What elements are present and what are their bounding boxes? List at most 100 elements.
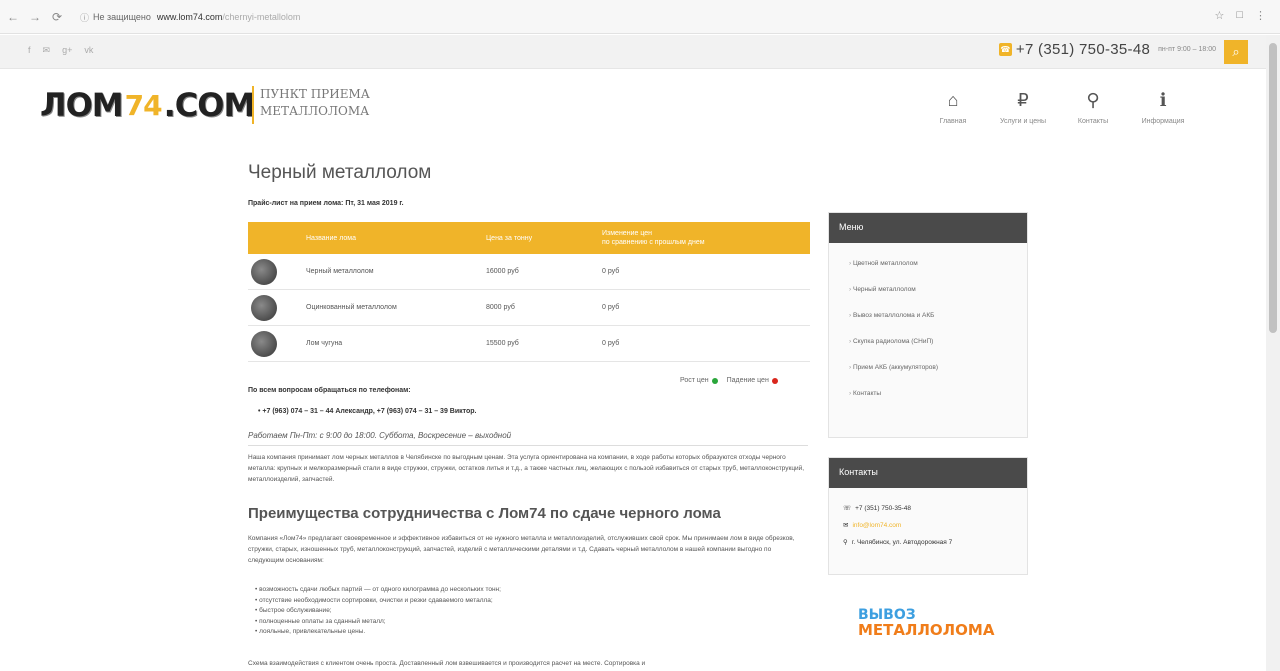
main-navigation: ⌂ Главная ₽ Услуги и цены ⚲ Контакты ℹ И… (918, 88, 1198, 125)
sidebar-item-black-metal[interactable]: Черный металлолом (849, 285, 1027, 311)
phones-list-item: • +7 (963) 074 – 31 – 44 Александр, +7 (… (258, 408, 477, 415)
contact-email[interactable]: info@lom74.com (852, 522, 901, 529)
header-scrap-name: Название лома (306, 234, 356, 242)
sidebar-item-radio-scrap[interactable]: Скупка радиолома (СНиП) (849, 337, 1027, 363)
nav-info[interactable]: ℹ Информация (1128, 88, 1198, 125)
mail-icon[interactable]: ✉ (43, 45, 51, 56)
header-price: Цена за тонну (486, 234, 533, 242)
price-down-dot (771, 377, 778, 384)
address-bar[interactable]: ⓘ Не защищено www.lom74.com /chernyi-met… (80, 8, 1180, 26)
bookmark-star-icon[interactable]: ☆ (1214, 9, 1224, 22)
site-logo[interactable]: ЛОМ 74 .COM (40, 86, 255, 124)
scrap-thumbnail (251, 330, 277, 357)
intro-paragraph: Наша компания принимает лом черных метал… (248, 454, 805, 483)
table-row: Лом чугуна 15500 руб 0 руб (248, 326, 810, 362)
tagline-line-1: ПУНКТ ПРИЕМА (260, 87, 370, 101)
back-icon[interactable]: ← (4, 8, 22, 26)
nav-contacts-label: Контакты (1077, 118, 1109, 125)
info-icon: ℹ (1159, 90, 1167, 110)
browser-actions: ☆ □ ⋮ (1214, 9, 1266, 22)
work-hours: пн-пт 9:00 – 18:00 (1158, 46, 1216, 53)
home-icon: ⌂ (947, 90, 959, 110)
info-icon[interactable]: ⓘ (80, 11, 89, 24)
price-legend: Рост цен Падение цен (680, 377, 778, 384)
price-list-date: Прайс-лист на прием лома: Пт, 31 мая 201… (248, 200, 404, 207)
list-item: быстрое обслуживание; (255, 606, 501, 617)
work-schedule: Работаем Пн-Пт: с 9:00 до 18:00. Суббота… (248, 431, 808, 446)
nav-home[interactable]: ⌂ Главная (918, 88, 988, 125)
nav-home-label: Главная (939, 118, 967, 125)
row-price: 16000 руб (486, 268, 519, 275)
table-row: Оцинкованный металлолом 8000 руб 0 руб (248, 290, 810, 326)
contact-phone[interactable]: +7 (351) 750-35-48 (855, 505, 911, 512)
list-item: лояльные, привлекательные цены. (255, 627, 501, 638)
google-plus-icon[interactable]: g+ (62, 45, 72, 56)
contact-address: г. Челябинск, ул. Автодорожная 7 (851, 538, 953, 546)
scrollbar-thumb[interactable] (1269, 43, 1277, 333)
phones-heading: По всем вопросам обращаться по телефонам… (248, 387, 411, 394)
phones-line[interactable]: +7 (963) 074 – 31 – 44 Александр, +7 (96… (262, 408, 476, 415)
scrap-thumbnail (251, 258, 277, 285)
row-name: Черный металлолом (306, 268, 374, 275)
price-up-dot (711, 377, 718, 384)
page-title: Черный металлолом (248, 162, 432, 183)
forward-icon[interactable]: → (26, 8, 44, 26)
contact-address-line: ⚲ г. Челябинск, ул. Автодорожная 7 (829, 538, 1027, 547)
logo-text-com: .COM (163, 86, 256, 124)
nav-contacts[interactable]: ⚲ Контакты (1058, 88, 1128, 125)
row-change: 0 руб (602, 340, 620, 347)
menu-title: Меню (829, 213, 1027, 243)
nav-services-label: Услуги и цены (999, 118, 1047, 125)
reload-icon[interactable]: ⟳ (48, 8, 66, 26)
row-price: 15500 руб (486, 340, 519, 347)
search-button[interactable]: ⌕ (1224, 40, 1248, 64)
site-tagline: ПУНКТ ПРИЕМА МЕТАЛЛОЛОМА (252, 86, 370, 124)
row-name: Оцинкованный металлолом (306, 304, 397, 311)
sidebar-item-contacts[interactable]: Контакты (849, 389, 1027, 415)
header-change: Изменение цен по сравнению с прошлым дне… (602, 229, 762, 247)
extension-icon[interactable]: □ (1236, 9, 1243, 22)
price-table: Название лома Цена за тонну Изменение це… (248, 222, 810, 362)
nav-services[interactable]: ₽ Услуги и цены (988, 88, 1058, 125)
facebook-icon[interactable]: f (28, 45, 31, 56)
header-phone: ☎ +7 (351) 750-35-48 пн-пт 9:00 – 18:00 (998, 41, 1216, 58)
legend-up-label: Рост цен (680, 377, 709, 384)
vk-icon[interactable]: vk (84, 45, 93, 56)
row-name: Лом чугуна (306, 340, 343, 347)
section-paragraph: Компания «Лом74» предлагает своевременно… (248, 535, 795, 564)
sidebar-item-batteries[interactable]: Прием АКБ (аккумуляторов) (849, 363, 1027, 389)
scrap-thumbnail (251, 294, 277, 321)
browser-menu-icon[interactable]: ⋮ (1255, 9, 1266, 22)
tagline-line-2: МЕТАЛЛОЛОМА (260, 104, 370, 118)
contact-phone-line: ☏ +7 (351) 750-35-48 (829, 504, 1027, 513)
url-path: /chernyi-metallolom (222, 12, 301, 22)
header-change-title: Изменение цен (602, 230, 653, 237)
map-pin-icon: ⚲ (1086, 90, 1100, 110)
map-pin-icon: ⚲ (843, 539, 848, 546)
bottom-paragraph: Схема взаимодействия с клиентом очень пр… (248, 660, 646, 667)
logo-text-74: 74 (124, 88, 163, 122)
top-strip: f ✉ g+ vk ☎ +7 (351) 750-35-48 пн-пт 9:0… (0, 35, 1266, 69)
phone-icon: ☏ (843, 505, 852, 512)
browser-toolbar: ← → ⟳ ⓘ Не защищено www.lom74.com /chern… (0, 0, 1280, 34)
contacts-title: Контакты (829, 458, 1027, 488)
sidebar-item-color-metal[interactable]: Цветной металлолом (849, 259, 1027, 285)
list-item: полноценные оплаты за сданный металл; (255, 617, 501, 628)
contact-email-line: ✉ info@lom74.com (829, 521, 1027, 530)
url-host: www.lom74.com (156, 12, 223, 22)
phone-icon: ☎ (998, 43, 1012, 56)
search-icon: ⌕ (1232, 44, 1240, 59)
menu-list: Цветной металлолом Черный металлолом Выв… (829, 243, 1027, 415)
table-header: Название лома Цена за тонну Изменение це… (248, 222, 810, 254)
table-row: Черный металлолом 16000 руб 0 руб (248, 254, 810, 290)
nav-info-label: Информация (1141, 118, 1185, 125)
scrollbar[interactable] (1266, 35, 1280, 671)
phone-number[interactable]: +7 (351) 750-35-48 (1016, 41, 1150, 58)
ruble-icon: ₽ (1017, 90, 1029, 110)
header-change-sub: по сравнению с прошлым днем (602, 239, 705, 246)
removal-ad-banner[interactable]: ВЫВОЗ МЕТАЛЛОЛОМА (858, 608, 998, 638)
sidebar-menu: Меню Цветной металлолом Черный металлоло… (828, 212, 1028, 438)
advantages-list: возможность сдачи любых партий — от одно… (255, 585, 501, 638)
list-item: отсутствие необходимости сортировки, очи… (255, 596, 501, 607)
sidebar-item-removal[interactable]: Вывоз металлолома и АКБ (849, 311, 1027, 337)
